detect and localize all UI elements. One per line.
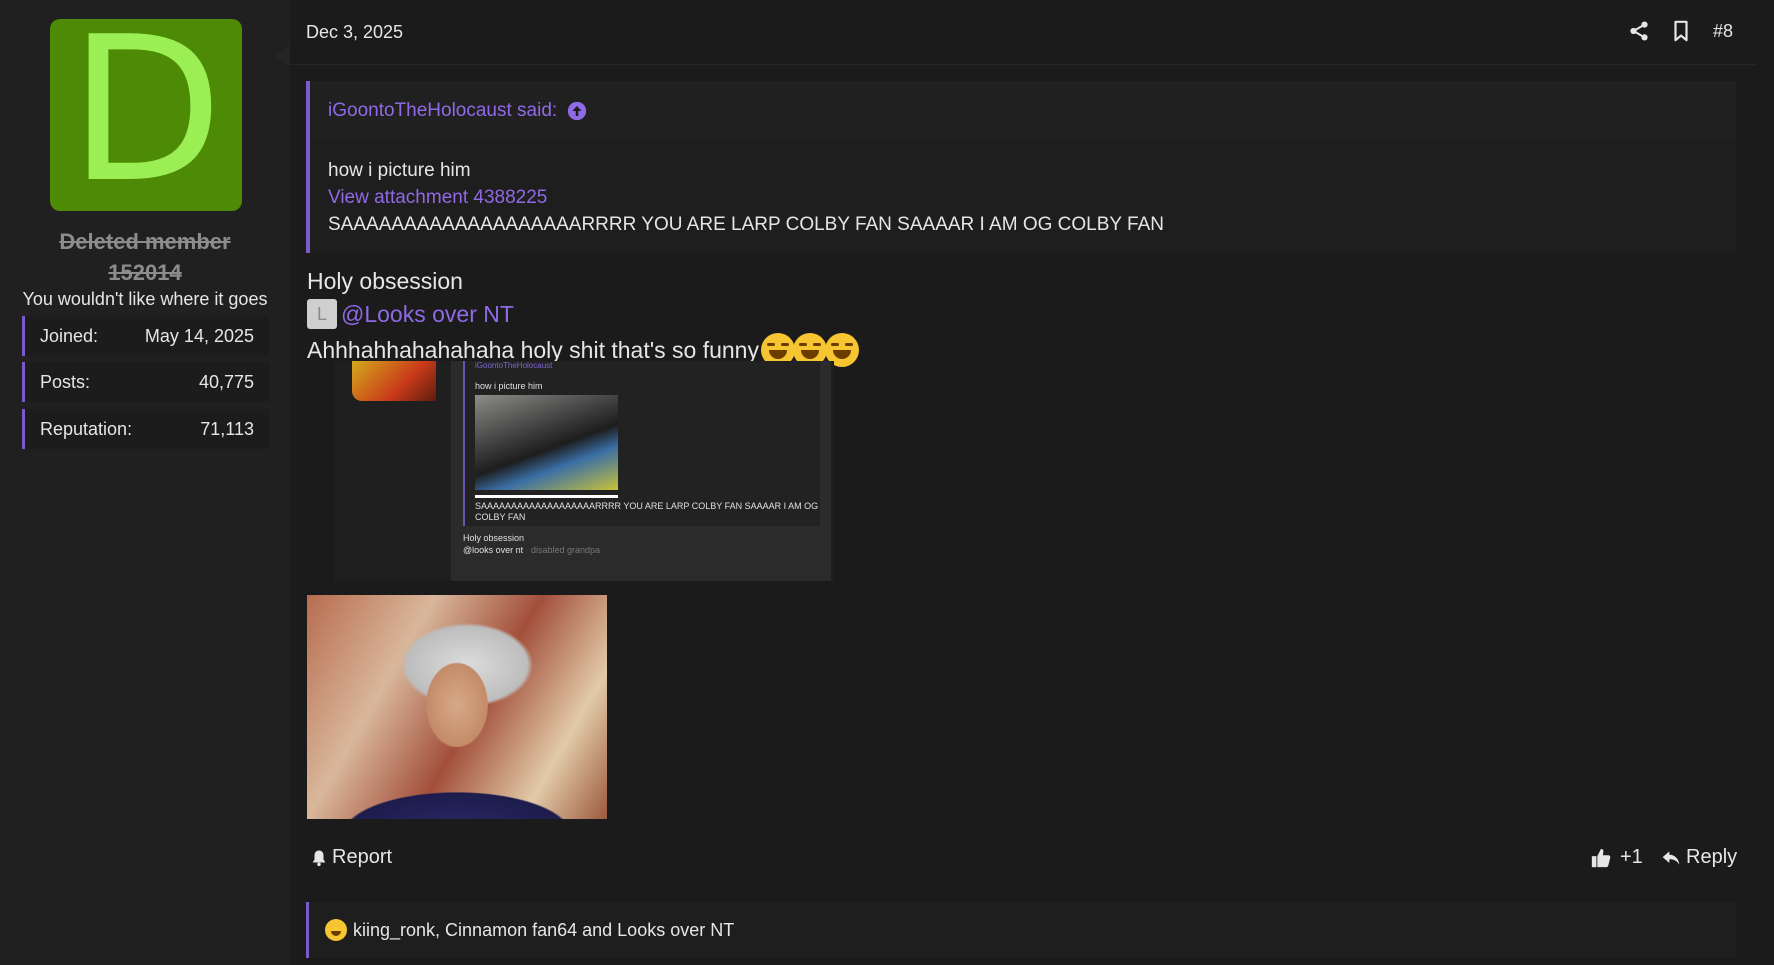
reply-arrow-icon (1662, 850, 1680, 865)
like-count: +1 (1620, 846, 1643, 868)
user-title: You wouldn't like where it goes (22, 289, 268, 309)
attached-photo[interactable] (307, 595, 607, 819)
screenshot-quote-author: iGoontoTheHolocaust (475, 361, 553, 370)
screenshot-avatar (352, 361, 436, 401)
thumbs-up-icon (1591, 848, 1611, 867)
like-button[interactable]: +1 (1590, 846, 1643, 869)
stat-reputation: Reputation: 71,113 (22, 409, 269, 449)
screenshot-photo (475, 395, 618, 490)
stat-label: Joined: (40, 325, 99, 346)
bell-icon (312, 850, 326, 866)
avatar[interactable]: D (50, 11, 242, 211)
quote-author[interactable]: iGoontoTheHolocaust said: (328, 100, 557, 122)
embedded-screenshot-image[interactable]: iGoontoTheHolocaust how i picture him SA… (334, 361, 834, 581)
user-mention-link[interactable]: @Looks over NT (341, 301, 514, 328)
screenshot-text: @looks over nt (463, 545, 524, 555)
quote-line: how i picture him (328, 160, 471, 181)
post-date[interactable]: Dec 3, 2025 (306, 22, 403, 43)
screenshot-text: disabled grandpa (531, 545, 601, 555)
arrow-up-circle-icon[interactable] (567, 101, 587, 121)
quote-block: iGoontoTheHolocaust said: how i picture … (306, 81, 1736, 253)
user-sidebar: D Deleted member 152014 You wouldn't lik… (0, 0, 290, 965)
reactions-users[interactable]: kiing_ronk, Cinnamon fan64 and Looks ove… (353, 920, 734, 941)
stat-label: Posts: (40, 371, 91, 392)
screenshot-quote: iGoontoTheHolocaust how i picture him SA… (463, 361, 820, 526)
screenshot-text: SAAAAAAAAAAAAAAAAAAARRRR YOU ARE LARP CO… (475, 501, 819, 511)
report-label: Report (332, 846, 393, 868)
screenshot-divider (475, 495, 618, 498)
post-footer: Report +1 Reply (290, 846, 1756, 886)
laughing-emoji-icon (325, 919, 347, 941)
share-icon[interactable] (1628, 20, 1650, 42)
post-header: Dec 3, 2025 #8 (290, 0, 1756, 65)
stat-value: 40,775 (198, 371, 254, 392)
quote-header[interactable]: iGoontoTheHolocaust said: (310, 81, 1736, 141)
mention-avatar[interactable]: L (307, 299, 337, 329)
screenshot-text: how i picture him (475, 381, 543, 391)
bookmark-icon[interactable] (1670, 20, 1692, 42)
message-text: Ahhhahhahahahaha holy shit that's so fun… (307, 336, 759, 363)
stat-joined: Joined: May 14, 2025 (22, 316, 269, 356)
username-line1: Deleted member (59, 229, 231, 254)
stat-value: 71,113 (200, 418, 254, 439)
stat-label: Reputation: (40, 418, 133, 439)
avatar-letter: D (68, 0, 223, 227)
message-arrow (274, 44, 290, 68)
post-number[interactable]: #8 (1713, 21, 1733, 42)
reactions-bar[interactable]: kiing_ronk, Cinnamon fan64 and Looks ove… (306, 902, 1736, 958)
post: Dec 3, 2025 #8 iGoontoTheHolocaust said:… (290, 0, 1756, 965)
screenshot-text: COLBY FAN (475, 512, 526, 522)
screenshot-text: Holy obsession (463, 533, 525, 543)
stat-value: May 14, 2025 (144, 325, 254, 346)
quote-line: SAAAAAAAAAAAAAAAAAAARRRR YOU ARE LARP CO… (328, 214, 1164, 235)
mention-line: L @Looks over NT (307, 299, 514, 329)
quote-body: how i picture him View attachment 438822… (310, 141, 1736, 238)
stat-posts: Posts: 40,775 (22, 362, 269, 402)
username[interactable]: Deleted member 152014 (0, 226, 290, 288)
message-line: Holy obsession (307, 268, 463, 294)
screenshot-panel: iGoontoTheHolocaust how i picture him SA… (451, 361, 831, 581)
reply-button[interactable]: Reply (1660, 846, 1737, 869)
reply-label: Reply (1686, 846, 1738, 868)
report-button[interactable]: Report (310, 846, 392, 869)
attachment-link[interactable]: View attachment 4388225 (328, 184, 1736, 211)
username-line2: 152014 (108, 260, 182, 285)
